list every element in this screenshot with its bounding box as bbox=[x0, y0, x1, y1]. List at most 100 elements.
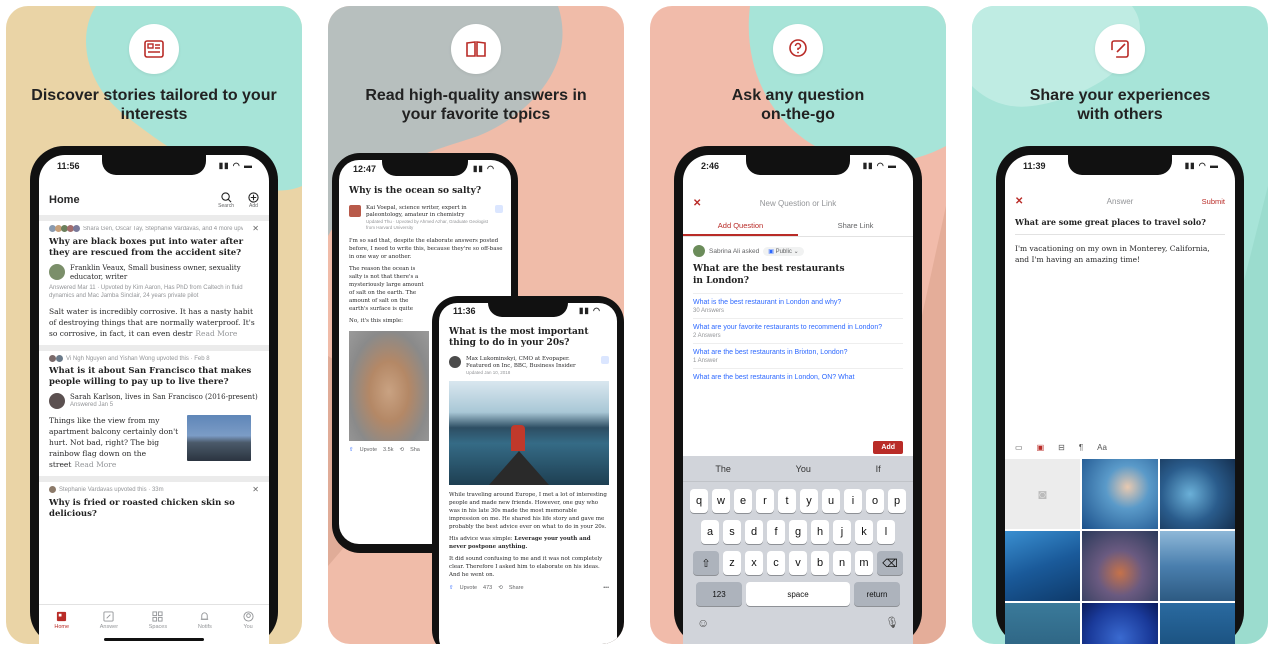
photo-thumbnail[interactable] bbox=[1005, 603, 1081, 644]
avatar[interactable] bbox=[49, 393, 65, 409]
video-icon[interactable]: ▭ bbox=[1015, 443, 1023, 452]
author-credential[interactable]: Kai Voepal, science writer, expert in pa… bbox=[366, 205, 490, 219]
font-size-button[interactable]: Aa bbox=[1097, 443, 1107, 452]
feed-card[interactable]: Vi Ngh Nguyen and Yishan Wong upvoted th… bbox=[39, 351, 269, 476]
question-editor: Sabrina Ali asked ▣ Public ⌄ What are th… bbox=[693, 245, 903, 382]
add-icon bbox=[248, 191, 259, 203]
modal-tabs: Add Question Share Link bbox=[683, 217, 913, 237]
space-key[interactable]: space bbox=[746, 582, 850, 606]
panel-discover: Discover stories tailored to your intere… bbox=[6, 6, 302, 644]
avatar[interactable] bbox=[49, 264, 65, 280]
submit-button[interactable]: Submit bbox=[1202, 197, 1225, 206]
suggestion-item[interactable]: What are the best restaurants in Brixton… bbox=[693, 343, 903, 368]
feed-card[interactable]: Shara Gen, Oscar Tay, Stephanie Vardavas… bbox=[39, 221, 269, 345]
question-title: What are some great places to travel sol… bbox=[1015, 217, 1225, 235]
modal-header: ✕ Answer Submit bbox=[1015, 195, 1225, 207]
panel-read: Read high-quality answers in your favori… bbox=[328, 6, 624, 644]
status-time: 11:56 bbox=[57, 161, 80, 171]
question-title[interactable]: Why are black boxes put into water after… bbox=[49, 237, 259, 259]
phone-share: 11:39 ▮▮ ◠ ▬ ✕ Answer Submit What are som… bbox=[996, 146, 1244, 644]
edit-pencil-icon bbox=[1095, 24, 1145, 74]
avatar bbox=[693, 245, 705, 257]
pencil-icon bbox=[103, 611, 114, 622]
close-button[interactable]: ✕ bbox=[693, 198, 701, 209]
upvote-icon[interactable]: ⇧ bbox=[349, 447, 354, 453]
tab-add-question[interactable]: Add Question bbox=[683, 217, 798, 236]
rock-photo[interactable] bbox=[349, 331, 429, 441]
shift-key[interactable]: ⇧ bbox=[693, 551, 719, 575]
author-credential[interactable]: Sarah Karlson, lives in San Francisco (2… bbox=[70, 393, 258, 402]
suggestion-list: What is the best restaurant in London an… bbox=[693, 293, 903, 382]
delete-key[interactable]: ⌫ bbox=[877, 551, 903, 575]
read-more-link[interactable]: Read More bbox=[195, 329, 237, 338]
question-bubble-icon bbox=[773, 24, 823, 74]
lake-photo[interactable] bbox=[449, 381, 609, 485]
link-icon[interactable]: ⊟ bbox=[1058, 443, 1065, 452]
answer-content: What is the most important thing to do i… bbox=[449, 327, 609, 591]
photo-thumbnail[interactable] bbox=[1082, 531, 1158, 601]
close-icon[interactable]: ✕ bbox=[252, 224, 259, 233]
photo-thumbnail[interactable] bbox=[1082, 459, 1158, 529]
tab-home[interactable]: Home bbox=[54, 611, 69, 644]
share-icon[interactable]: ⟲ bbox=[399, 447, 404, 453]
photo-grid: ◙ bbox=[1005, 459, 1235, 644]
suggestion-item[interactable]: What are your favorite restaurants to re… bbox=[693, 318, 903, 343]
close-icon[interactable]: ✕ bbox=[252, 485, 259, 494]
suggestion-item[interactable]: What are the best restaurants in London,… bbox=[693, 368, 903, 382]
keyboard-suggestions: The You If bbox=[683, 456, 913, 482]
avatar[interactable] bbox=[449, 356, 461, 368]
photo-thumbnail[interactable] bbox=[1159, 459, 1235, 529]
more-icon[interactable]: ••• bbox=[603, 585, 609, 591]
avatar[interactable] bbox=[349, 205, 361, 217]
share-icon[interactable]: ⟲ bbox=[498, 585, 503, 591]
answer-meta: Answered Mar 11 · Upvoted by Kim Aaron, … bbox=[49, 285, 243, 299]
image-icon[interactable]: ▣ bbox=[1037, 443, 1045, 452]
read-more-link[interactable]: Read More bbox=[74, 460, 116, 469]
question-title[interactable]: What is it about San Francisco that make… bbox=[49, 366, 259, 388]
add-button[interactable]: Add bbox=[248, 191, 259, 209]
visibility-select[interactable]: ▣ Public ⌄ bbox=[763, 246, 804, 256]
answer-editor[interactable]: I'm vacationing on my own in Monterey, C… bbox=[1015, 243, 1221, 265]
tab-you[interactable]: You bbox=[243, 611, 254, 644]
answer-excerpt[interactable]: Things like the view from my apartment b… bbox=[49, 415, 181, 470]
photo-thumbnail[interactable] bbox=[1159, 531, 1235, 601]
camera-tile[interactable]: ◙ bbox=[1005, 459, 1081, 529]
phone-screen: 11:56 ▮▮ ◠ ▬ Home Search Add Shara Gen, … bbox=[39, 155, 269, 644]
answer-actions: ⇧ Upvote 473 ⟲ Share ••• bbox=[449, 585, 609, 591]
open-book-icon bbox=[451, 24, 501, 74]
answer-excerpt[interactable]: Salt water is incredibly corrosive. It h… bbox=[49, 306, 259, 339]
answer-meta: Answered Jan 5 bbox=[70, 402, 114, 408]
search-button[interactable]: Search bbox=[218, 191, 234, 209]
question-title[interactable]: Why is fried or roasted chicken skin so … bbox=[49, 498, 259, 520]
author-credential[interactable]: Max Lukominskyi, CMO at Evopaper. Featur… bbox=[466, 356, 596, 370]
paragraph-icon[interactable]: ¶ bbox=[1079, 443, 1083, 452]
keyboard: The You If qwertyuiop asdfghjkl ⇧ zxcvbn… bbox=[683, 456, 913, 644]
panel-headline: Discover stories tailored to your intere… bbox=[31, 87, 277, 123]
city-photo[interactable] bbox=[187, 415, 251, 461]
bookmark-icon[interactable] bbox=[601, 356, 609, 364]
search-icon bbox=[220, 191, 232, 202]
panel-headline: Read high-quality answers in your favori… bbox=[365, 87, 587, 123]
camera-icon: ◙ bbox=[1038, 486, 1047, 502]
add-button[interactable]: Add bbox=[873, 441, 903, 454]
author-credential[interactable]: Franklin Veaux, Small business owner, se… bbox=[70, 264, 259, 282]
avatar-stack bbox=[49, 225, 80, 232]
feed-card[interactable]: Stephanie Vardavas upvoted this · 33m ✕ … bbox=[39, 482, 269, 526]
bookmark-icon[interactable] bbox=[495, 205, 503, 213]
photo-thumbnail[interactable] bbox=[1159, 603, 1235, 644]
close-button[interactable]: ✕ bbox=[1015, 196, 1023, 207]
status-icons: ▮▮ ◠ ▬ bbox=[218, 161, 253, 170]
photo-thumbnail[interactable] bbox=[1005, 531, 1081, 601]
upvote-icon[interactable]: ⇧ bbox=[449, 585, 454, 591]
panel-ask: Ask any question on-the-go 2:46 ▮▮ ◠ ▬ ✕ … bbox=[650, 6, 946, 644]
photo-thumbnail[interactable] bbox=[1082, 603, 1158, 644]
upvoters-line: Shara Gen, Oscar Tay, Stephanie Vardavas… bbox=[83, 225, 243, 232]
spaces-icon bbox=[152, 611, 163, 622]
question-input[interactable]: What are the best restaurants in London? bbox=[693, 263, 853, 287]
tab-share-link[interactable]: Share Link bbox=[798, 217, 913, 236]
numbers-key[interactable]: 123 bbox=[696, 582, 742, 606]
return-key[interactable]: return bbox=[854, 582, 900, 606]
suggestion-item[interactable]: What is the best restaurant in London an… bbox=[693, 293, 903, 318]
emoji-icon[interactable]: ☺ bbox=[697, 616, 709, 630]
microphone-icon[interactable]: 🎙 bbox=[885, 616, 899, 630]
